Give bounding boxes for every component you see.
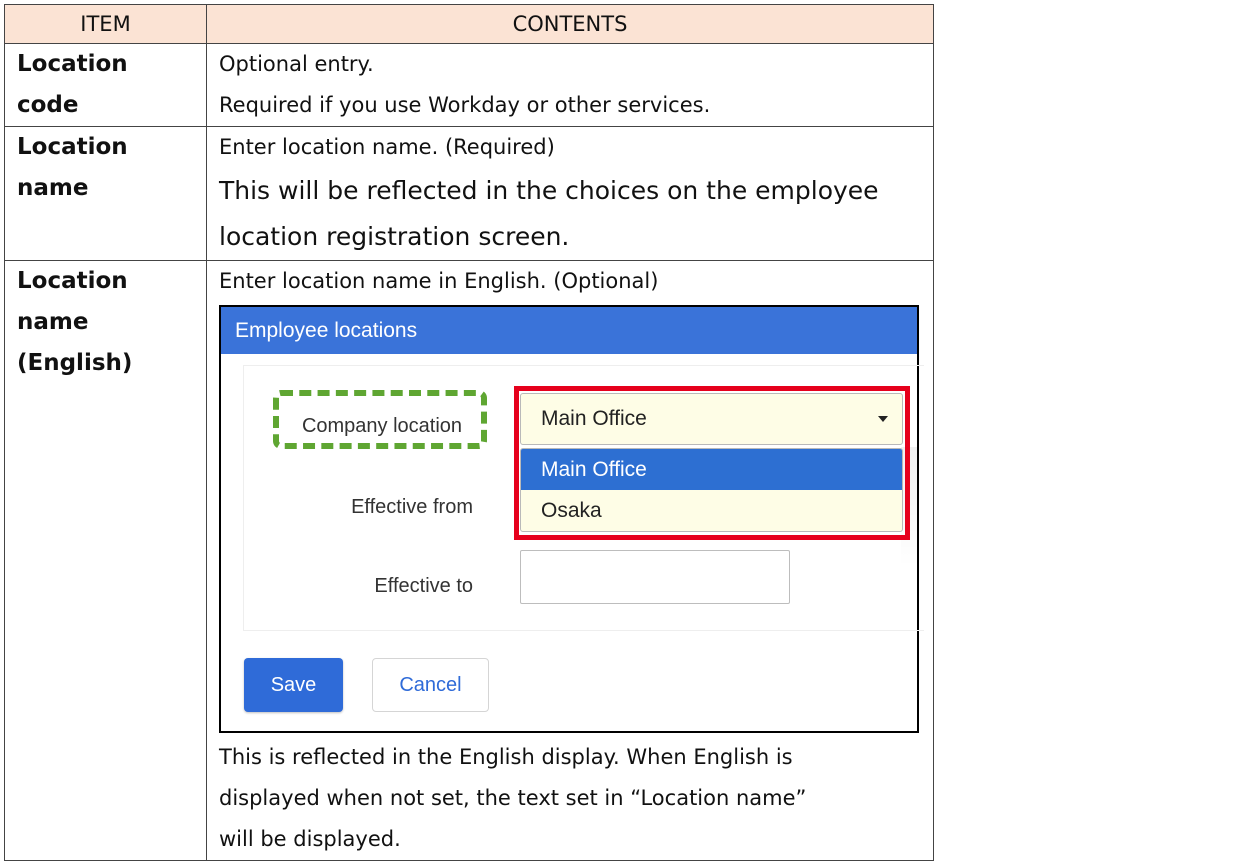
item-label: (English) [17,350,133,376]
table-row: Location name Enter location name. (Requ… [4,126,934,261]
header-contents: CONTENTS [206,4,934,44]
content-text: Optional entry. [219,52,374,76]
effective-to-input[interactable] [520,550,790,604]
content-text-large: This will be reflected in the choices on… [219,176,879,205]
table-row: Location name (English) Enter location n… [4,260,934,861]
item-label: Location [17,51,128,77]
content-text-large: location registration screen. [219,222,570,251]
item-label: name [17,309,89,335]
content-text: This is reflected in the English display… [219,745,793,769]
content-text: Required if you use Workday or other ser… [219,93,711,117]
content-cell: Optional entry. Required if you use Work… [206,43,934,127]
item-label: Location [17,268,128,294]
content-cell: Enter location name. (Required) This wil… [206,126,934,261]
dropdown-option-osaka[interactable]: Osaka [521,490,902,531]
content-cell: Enter location name in English. (Optiona… [206,260,934,861]
item-cell: Location name (English) [4,260,207,861]
select-value: Main Office [541,407,647,430]
content-text: will be displayed. [219,827,401,851]
chevron-down-icon [878,416,888,422]
save-button[interactable]: Save [244,658,343,712]
item-contents-table: ITEM CONTENTS Location code Optional ent… [4,4,934,861]
header-item: ITEM [4,4,207,44]
embedded-screenshot: Employee locations Company location Effe… [219,305,924,733]
content-text: Enter location name. (Required) [219,135,555,159]
content-text: Enter location name in English. (Optiona… [219,269,659,293]
location-dropdown-list: Main Office Osaka [520,448,903,532]
item-label: Location [17,134,128,160]
item-label: name [17,175,89,201]
effective-from-label: Effective from [351,496,473,518]
cancel-button[interactable]: Cancel [372,658,489,712]
dialog-title: Employee locations [221,307,917,354]
effective-to-label: Effective to [374,575,473,597]
company-location-select[interactable]: Main Office [520,393,903,445]
item-label: code [17,92,79,118]
dropdown-option-main-office[interactable]: Main Office [521,449,902,490]
item-cell: Location code [4,43,207,127]
table-row: Location code Optional entry. Required i… [4,43,934,127]
table-header-row: ITEM CONTENTS [4,4,934,44]
item-cell: Location name [4,126,207,261]
company-location-label: Company location [301,415,463,437]
content-text: displayed when not set, the text set in … [219,786,807,810]
